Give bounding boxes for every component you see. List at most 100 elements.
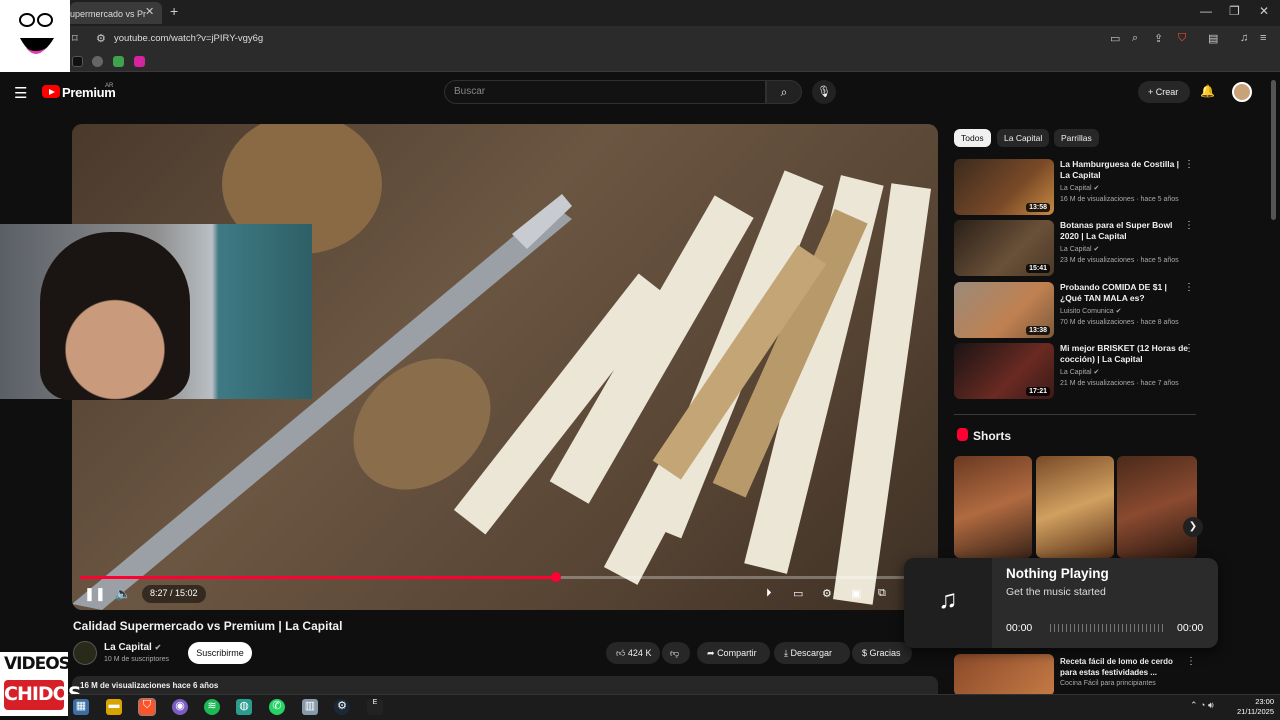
recommendation-title[interactable]: La Hamburguesa de Costilla | La Capital: [1060, 159, 1188, 181]
brave-browser-icon[interactable]: ⛉: [138, 698, 156, 716]
channel-avatar[interactable]: [73, 641, 97, 665]
chip-todos[interactable]: Todos: [954, 129, 991, 147]
sheets-bookmark-icon[interactable]: [113, 56, 124, 67]
settings-icon[interactable]: ⚙: [822, 587, 832, 600]
channel-text: La Capital: [1060, 369, 1092, 376]
zoom-icon[interactable]: ⌕: [1132, 32, 1138, 45]
sidebar-toggle-icon[interactable]: ▤: [1208, 32, 1218, 45]
scrubber-handle[interactable]: [551, 572, 561, 582]
volume-icon[interactable]: 🔈: [115, 586, 131, 602]
recommendation-title[interactable]: Probando COMIDA DE $1 | ¿Qué TAN MALA es…: [1060, 282, 1188, 304]
whatsapp-icon[interactable]: ✆: [269, 699, 285, 715]
youtube-logo-icon[interactable]: [42, 85, 60, 98]
recommendation-channel[interactable]: La Capital ✔: [1060, 184, 1099, 192]
page-scrollbar[interactable]: [1271, 80, 1276, 220]
tiktok-bookmark-icon[interactable]: [72, 56, 83, 67]
miniplayer-icon[interactable]: ▣: [851, 587, 861, 600]
minimize-icon[interactable]: —: [1200, 4, 1212, 18]
search-input[interactable]: [444, 80, 766, 104]
create-button[interactable]: + Crear: [1138, 81, 1190, 103]
thanks-button[interactable]: $ Gracias: [852, 642, 912, 664]
store-icon[interactable]: ▥: [302, 699, 318, 715]
face-overlay: [0, 0, 70, 72]
window-close-icon[interactable]: ✕: [1259, 4, 1269, 18]
microphone-icon: 🎙: [817, 86, 831, 98]
subtitles-icon[interactable]: ▭: [793, 587, 803, 600]
chip-parrillas[interactable]: Parrillas: [1054, 129, 1099, 147]
hamburger-menu-icon[interactable]: ☰: [14, 84, 27, 102]
chip-la-capital[interactable]: La Capital: [997, 129, 1050, 147]
channel-text: La Capital: [1060, 246, 1092, 253]
system-clock[interactable]: 23:00 21/11/2025: [1232, 697, 1274, 717]
notifications-bell-icon[interactable]: 🔔: [1200, 84, 1215, 98]
recommendation-title[interactable]: Botanas para el Super Bowl 2020 | La Cap…: [1060, 220, 1188, 242]
share-icon[interactable]: ⇪: [1154, 32, 1163, 45]
more-options-icon[interactable]: ⋮: [1184, 282, 1194, 293]
subscribe-button[interactable]: Suscribirme: [188, 642, 252, 664]
recommendation-meta: 16 M de visualizaciones · hace 5 años: [1060, 196, 1179, 203]
close-tab-icon[interactable]: ✕: [145, 5, 154, 18]
site-settings-icon[interactable]: ⚙: [96, 32, 106, 45]
thumbnail[interactable]: [954, 654, 1054, 696]
browser-menu-icon[interactable]: ≡: [1260, 32, 1266, 44]
recommendation-item[interactable]: 15:41 Botanas para el Super Bowl 2020 | …: [954, 220, 1198, 276]
media-icon[interactable]: ♫: [1240, 32, 1248, 44]
more-options-icon[interactable]: ⋮: [1184, 343, 1194, 354]
widgets-icon[interactable]: ▦: [73, 699, 89, 715]
new-tab-icon[interactable]: +: [170, 3, 178, 19]
pause-icon[interactable]: ❚❚: [84, 586, 106, 602]
app-icon[interactable]: ◍: [236, 699, 252, 715]
short-thumbnail[interactable]: [954, 456, 1032, 558]
thumbnail[interactable]: 13:38: [954, 282, 1054, 338]
music-total-time: 00:00: [1177, 622, 1204, 634]
obs-icon[interactable]: ◉: [172, 699, 188, 715]
share-button[interactable]: ➦ Compartir: [697, 642, 770, 664]
sidebar-divider: [954, 414, 1196, 415]
recommendation-channel[interactable]: La Capital ✔: [1060, 368, 1099, 376]
short-thumbnail[interactable]: [1036, 456, 1114, 558]
steam-icon[interactable]: ⚙: [334, 699, 350, 715]
spotify-icon[interactable]: ≋: [204, 699, 220, 715]
restore-icon[interactable]: ❐: [1229, 4, 1240, 18]
download-button[interactable]: ⤓ Descargar: [774, 642, 850, 664]
like-button[interactable]: 👍︎ 424 K: [606, 642, 660, 664]
recommendation-item[interactable]: 17:21 Mi mejor BRISKET (12 Horas de cocc…: [954, 343, 1198, 399]
thanks-label: Gracias: [869, 648, 901, 658]
file-explorer-icon[interactable]: ▬: [106, 699, 122, 715]
url-field[interactable]: youtube.com/watch?v=jPIRY-vgy6g: [114, 33, 263, 44]
short-thumbnail[interactable]: [1117, 456, 1197, 558]
more-options-icon[interactable]: ⋮: [1186, 656, 1196, 667]
cast-icon[interactable]: ▭: [1110, 32, 1120, 45]
chevron-right-icon[interactable]: ❯: [1183, 517, 1203, 537]
epic-games-icon[interactable]: E: [367, 699, 383, 715]
channel-name[interactable]: La Capital ✔: [104, 642, 161, 653]
thumbnail[interactable]: 17:21: [954, 343, 1054, 399]
thumbnail[interactable]: 15:41: [954, 220, 1054, 276]
thumbnail[interactable]: 13:58: [954, 159, 1054, 215]
thumbs-down-icon: 👎︎: [670, 648, 680, 658]
recommendation-item[interactable]: 13:58 La Hamburguesa de Costilla | La Ca…: [954, 159, 1198, 215]
recommendation-item[interactable]: 13:38 Probando COMIDA DE $1 | ¿Qué TAN M…: [954, 282, 1198, 338]
account-avatar[interactable]: [1232, 82, 1252, 102]
recommendation-title[interactable]: Mi mejor BRISKET (12 Horas de cocción) |…: [1060, 343, 1188, 365]
music-subtitle[interactable]: Get the music started: [1006, 586, 1106, 598]
instagram-bookmark-icon[interactable]: [134, 56, 145, 67]
brave-shield-icon[interactable]: ⛉: [1178, 32, 1186, 45]
tray-icons[interactable]: ⌃ ◔ 🔊︎: [1190, 700, 1214, 711]
music-seek-bar[interactable]: [1050, 624, 1166, 632]
voice-search-button[interactable]: 🎙: [812, 80, 836, 104]
streamer-face: [40, 232, 190, 400]
bookmark-icon[interactable]: ⌑: [72, 32, 78, 45]
more-options-icon[interactable]: ⋮: [1184, 159, 1194, 170]
more-options-icon[interactable]: ⋮: [1184, 220, 1194, 231]
dislike-button[interactable]: 👎︎: [662, 642, 690, 664]
cast-player-icon[interactable]: ⧉: [878, 587, 886, 600]
globe-bookmark-icon[interactable]: [92, 56, 103, 67]
channel-text: La Capital: [1060, 185, 1092, 192]
recommendation-channel[interactable]: La Capital ✔: [1060, 245, 1099, 253]
search-button[interactable]: ⌕: [766, 80, 802, 104]
recommendation-channel[interactable]: Cocina Fácil para principiantes: [1060, 680, 1156, 687]
recommendation-channel[interactable]: Luisito Comunica ✔: [1060, 307, 1122, 315]
recommendation-title[interactable]: Receta fácil de lomo de cerdo para estas…: [1060, 656, 1188, 678]
autoplay-toggle-icon[interactable]: ⏵: [766, 587, 772, 600]
